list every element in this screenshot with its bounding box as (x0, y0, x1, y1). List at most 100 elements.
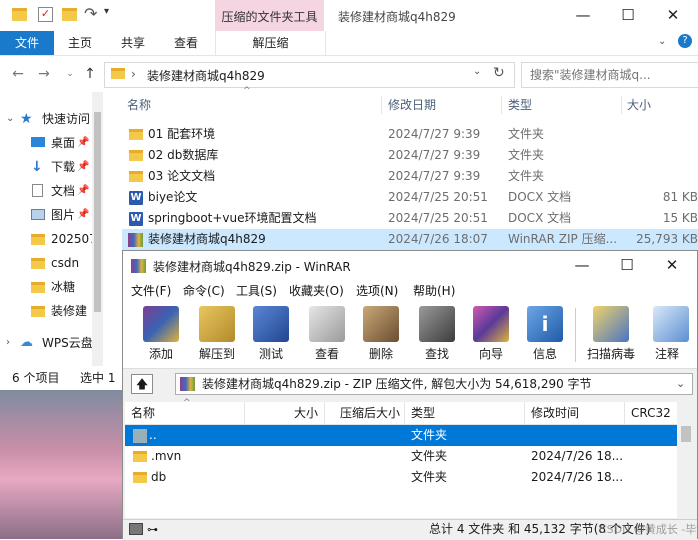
wr-column-size[interactable]: 大小 (245, 402, 325, 424)
up-arrow-icon[interactable]: ↑ (82, 66, 98, 82)
maximize-button[interactable]: ☐ (605, 0, 651, 31)
tab-file[interactable]: 文件 (0, 31, 54, 55)
nav-item-downloads[interactable]: ↓ 下载 📌 (0, 156, 92, 178)
menu-favorites[interactable]: 收藏夹(O) (289, 283, 344, 299)
qat-dropdown-icon[interactable]: ▾ (104, 6, 109, 17)
winrar-maximize-button[interactable]: ☐ (604, 251, 650, 280)
minimize-button[interactable]: — (560, 0, 606, 31)
document-icon (32, 184, 43, 197)
item-count: 6 个项目 (12, 371, 60, 385)
menu-commands[interactable]: 命令(C) (183, 283, 225, 299)
file-date: 2024/7/27 9:39 (388, 127, 481, 141)
tab-home[interactable]: 主页 (60, 31, 100, 55)
chevron-down-icon: ⌄ (6, 113, 15, 124)
find-button[interactable]: 查找 (413, 306, 461, 364)
path-dropdown-icon[interactable]: ⌄ (676, 374, 685, 394)
column-header-type[interactable]: 类型 (508, 93, 618, 117)
menu-tools[interactable]: 工具(S) (236, 283, 277, 299)
wr-file-row[interactable]: db 文件夹 2024/7/26 18... (125, 467, 677, 488)
menu-help[interactable]: 帮助(H) (413, 283, 455, 299)
file-row-selected[interactable]: 装修建材商城q4h829 2024/7/26 18:07 WinRAR ZIP … (122, 229, 698, 250)
archive-path-bar[interactable]: 装修建材商城q4h829.zip - ZIP 压缩文件, 解包大小为 54,61… (175, 373, 693, 395)
nav-label: 202507 (51, 232, 92, 246)
properties-icon[interactable]: ✓ (38, 7, 53, 22)
undo-icon[interactable]: ↷ (84, 4, 97, 23)
file-row[interactable]: 03 论文文档 2024/7/27 9:39 文件夹 (122, 166, 698, 187)
wizard-button[interactable]: 向导 (467, 306, 515, 364)
nav-item-folder-zhuangxiu[interactable]: 装修建 (0, 300, 92, 322)
key-icon: ⊶ (147, 523, 158, 536)
nav-item-folder-202507[interactable]: 202507 (0, 228, 92, 250)
test-button[interactable]: 测试 (247, 306, 295, 364)
winrar-close-button[interactable]: ✕ (649, 251, 695, 280)
toolbar-label: 信息 (532, 347, 557, 361)
back-arrow-icon[interactable]: ← (10, 66, 26, 82)
pin-icon: 📌 (77, 209, 90, 220)
drive-icon[interactable] (129, 523, 143, 535)
search-box[interactable] (521, 62, 698, 88)
column-header-size[interactable]: 大小 (627, 93, 697, 117)
info-button[interactable]: i 信息 (521, 306, 569, 364)
file-row[interactable]: 02 db数据库 2024/7/27 9:39 文件夹 (122, 145, 698, 166)
close-button[interactable]: ✕ (650, 0, 696, 31)
address-dropdown-icon[interactable]: ⌄ (473, 66, 481, 77)
folder-icon[interactable] (12, 7, 27, 22)
wr-file-row-selected[interactable]: .. 文件夹 (125, 425, 677, 446)
wr-file-modified: 2024/7/26 18... (531, 449, 623, 463)
wr-list-empty-area (125, 488, 677, 518)
view-button[interactable]: 查看 (303, 306, 351, 364)
file-row[interactable]: W springboot+vue环境配置文档 2024/7/25 20:51 D… (122, 208, 698, 229)
wr-column-crc[interactable]: CRC32 (625, 402, 677, 424)
chevron-down-icon[interactable]: ⌄ (658, 36, 666, 47)
search-input[interactable] (528, 65, 682, 85)
nav-item-documents[interactable]: 文档 📌 (0, 180, 92, 202)
nav-label: 文档 (51, 184, 76, 198)
column-header-date[interactable]: 修改日期 (388, 93, 498, 117)
nav-item-desktop[interactable]: 桌面 📌 (0, 132, 92, 154)
file-name: 03 论文文档 (148, 169, 216, 183)
address-bar[interactable]: › 装修建材商城q4h829 ⌄ ↻ (104, 62, 515, 88)
file-type: 文件夹 (508, 127, 545, 141)
nav-label: 快速访问 (42, 112, 91, 126)
delete-button[interactable]: 删除 (357, 306, 405, 364)
comment-button[interactable]: 注释 (647, 306, 697, 364)
forward-arrow-icon[interactable]: → (36, 66, 52, 82)
nav-item-folder-csdn[interactable]: csdn (0, 252, 92, 274)
extract-to-button[interactable]: 解压到 (193, 306, 241, 364)
nav-item-pictures[interactable]: 图片 📌 (0, 204, 92, 226)
scrollbar-thumb[interactable] (681, 426, 691, 442)
up-one-level-button[interactable]: 🡅 (131, 374, 153, 394)
recent-locations-icon[interactable]: ⌄ (62, 66, 78, 82)
nav-item-quick-access[interactable]: ⌄ ★ 快速访问 (0, 108, 92, 130)
winrar-minimize-button[interactable]: — (559, 251, 605, 280)
wr-column-modified[interactable]: 修改时间 (525, 402, 625, 424)
wr-file-type: 文件夹 (411, 428, 448, 442)
nav-label: 装修建 (51, 304, 88, 318)
tab-share[interactable]: 共享 (113, 31, 153, 55)
refresh-icon[interactable]: ↻ (493, 65, 505, 81)
file-row[interactable]: 01 配套环境 2024/7/27 9:39 文件夹 (122, 124, 698, 145)
wr-file-type: 文件夹 (411, 449, 448, 463)
tab-extract[interactable]: 解压缩 (215, 31, 326, 55)
column-header-name[interactable]: 名称 (127, 93, 377, 117)
nav-item-folder-bingtang[interactable]: 冰糖 (0, 276, 92, 298)
nav-item-wps-cloud[interactable]: › ☁ WPS云盘 (0, 332, 92, 354)
wr-file-row[interactable]: .mvn 文件夹 2024/7/26 18... (125, 446, 677, 467)
compressed-folder-tools-tab[interactable]: 压缩的文件夹工具 (215, 0, 324, 31)
chevron-right-icon: › (6, 337, 10, 348)
menu-file[interactable]: 文件(F) (131, 283, 171, 299)
tab-view[interactable]: 查看 (166, 31, 206, 55)
menu-options[interactable]: 选项(N) (356, 283, 398, 299)
address-path[interactable]: 装修建材商城q4h829 (147, 67, 265, 84)
add-button[interactable]: 添加 (137, 306, 185, 364)
help-icon[interactable]: ? (678, 34, 692, 48)
file-row[interactable]: W biye论文 2024/7/25 20:51 DOCX 文档 81 KB (122, 187, 698, 208)
wr-column-type[interactable]: 类型 (405, 402, 525, 424)
new-folder-icon[interactable] (62, 7, 77, 22)
wr-column-packed[interactable]: 压缩后大小 (325, 402, 405, 424)
toolbar-label: 删除 (368, 347, 393, 361)
toolbar-label: 注释 (655, 347, 680, 361)
virus-scan-button[interactable]: 扫描病毒 (583, 306, 639, 364)
winrar-vertical-scrollbar[interactable] (677, 402, 695, 518)
nav-scrollbar-thumb[interactable] (94, 112, 101, 312)
